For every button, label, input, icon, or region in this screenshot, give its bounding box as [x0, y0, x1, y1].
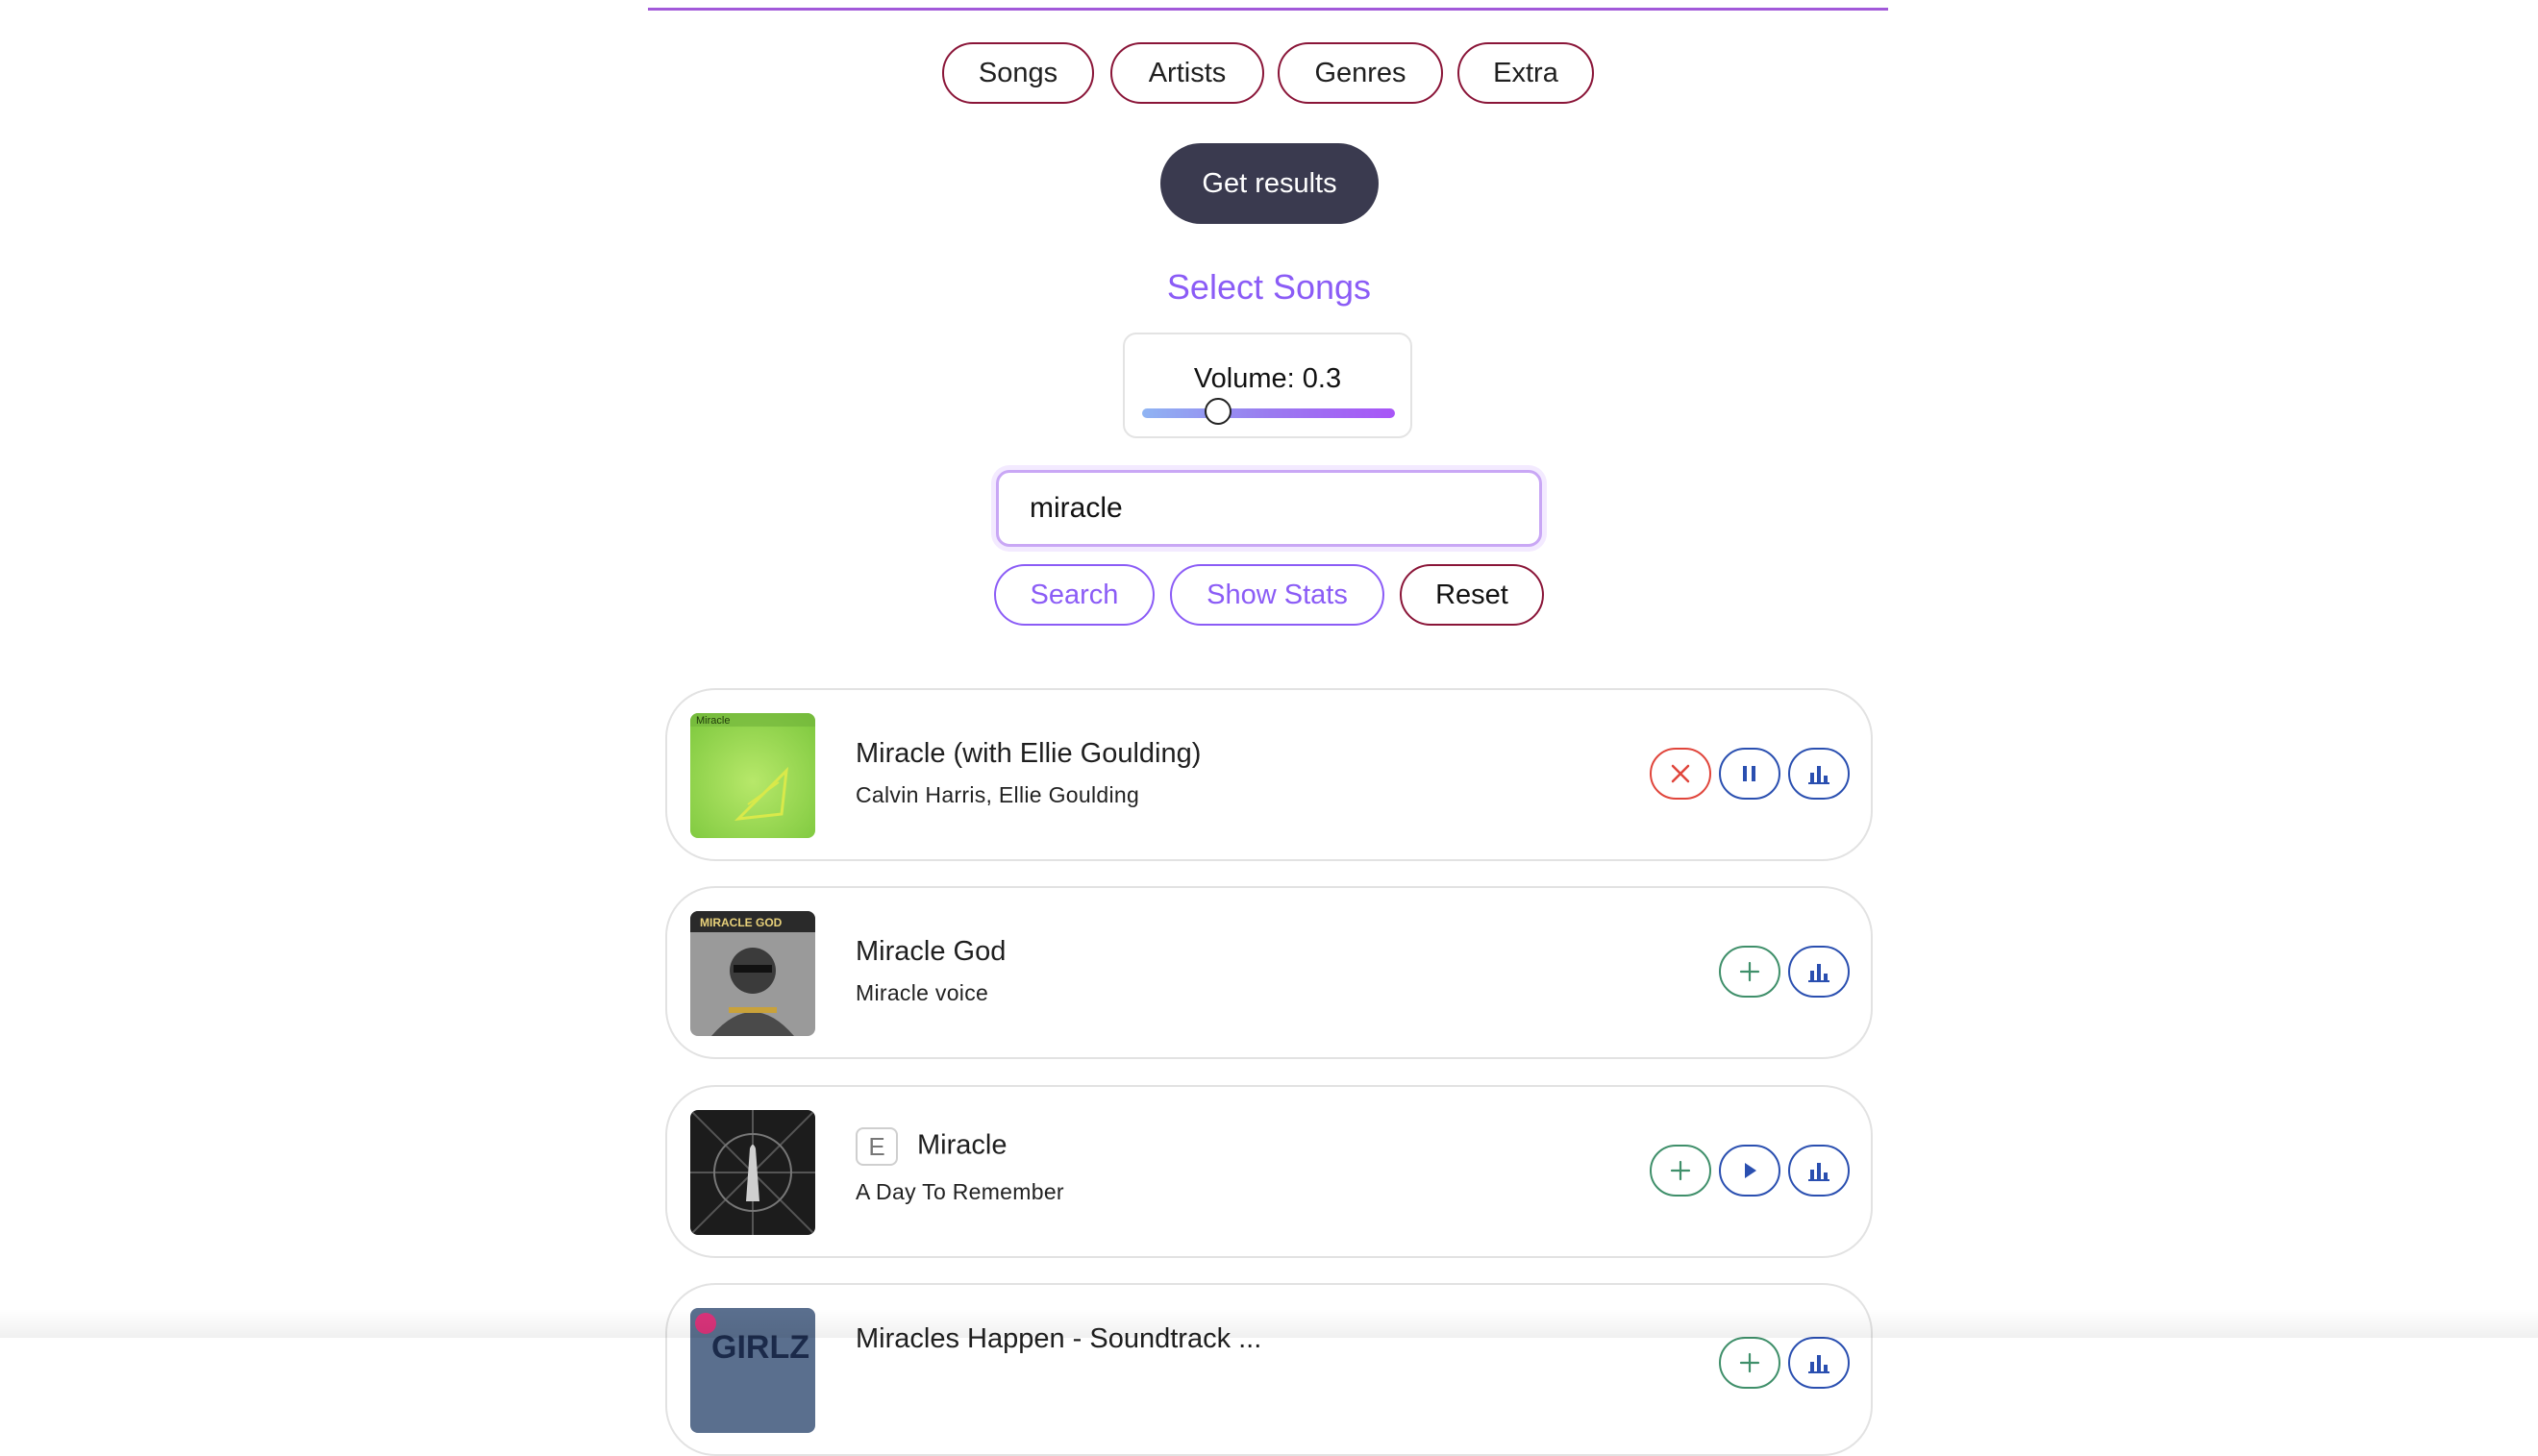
top-divider: [648, 8, 1888, 11]
cover-text: MIRACLE GOD: [700, 916, 783, 929]
album-cover: Miracle: [690, 713, 815, 838]
plus-icon: [1670, 1160, 1691, 1181]
volume-slider[interactable]: [1142, 398, 1395, 425]
volume-slider-thumb[interactable]: [1204, 398, 1232, 425]
stats-button[interactable]: [1788, 748, 1850, 800]
volume-control: Volume: 0.3: [1123, 333, 1412, 438]
add-button[interactable]: [1719, 1337, 1780, 1389]
stats-button[interactable]: [1788, 1337, 1850, 1389]
close-icon: [1671, 764, 1690, 783]
search-button[interactable]: Search: [994, 564, 1155, 626]
tab-genres[interactable]: Genres: [1278, 42, 1443, 104]
play-icon: [1745, 1163, 1756, 1178]
song-artist: Miracle voice: [856, 980, 989, 1005]
pause-icon: [1743, 766, 1755, 781]
search-input[interactable]: [996, 470, 1542, 547]
bar-chart-icon: [1808, 964, 1829, 982]
bar-chart-icon: [1808, 1163, 1829, 1181]
plus-icon: [1739, 1352, 1760, 1373]
volume-label: Volume: 0.3: [1193, 363, 1342, 394]
tab-songs[interactable]: Songs: [942, 42, 1094, 104]
add-button[interactable]: [1650, 1145, 1711, 1197]
song-title-row: E Miracle: [856, 1127, 1007, 1166]
play-button[interactable]: [1719, 1145, 1780, 1197]
pause-button[interactable]: [1719, 748, 1780, 800]
tab-artists[interactable]: Artists: [1110, 42, 1264, 104]
cover-text: Miracle: [696, 715, 730, 727]
album-cover: [690, 1110, 815, 1235]
song-card: E Miracle A Day To Remember: [665, 1085, 1873, 1258]
stats-button[interactable]: [1788, 1145, 1850, 1197]
get-results-button[interactable]: Get results: [1160, 143, 1379, 224]
stats-button[interactable]: [1788, 946, 1850, 998]
song-artist: Calvin Harris, Ellie Goulding: [856, 782, 1140, 807]
explicit-badge: E: [856, 1127, 898, 1166]
section-title: Select Songs: [1166, 267, 1372, 307]
song-title: Miracle: [917, 1129, 1008, 1161]
song-card: Miracle Miracle (with Ellie Goulding) Ca…: [665, 688, 1873, 861]
album-cover: MIRACLE GOD: [690, 911, 815, 1036]
song-card: MIRACLE GOD Miracle God Miracle voice: [665, 886, 1873, 1059]
plus-icon: [1739, 961, 1760, 982]
bar-chart-icon: [1808, 766, 1829, 784]
bottom-fade: [0, 1309, 2538, 1338]
song-title: Miracle (with Ellie Goulding): [856, 738, 1202, 769]
show-stats-button[interactable]: Show Stats: [1170, 564, 1384, 626]
remove-button[interactable]: [1650, 748, 1711, 800]
song-title: Miracle God: [856, 936, 1007, 967]
song-artist: A Day To Remember: [856, 1179, 1064, 1204]
reset-button[interactable]: Reset: [1400, 564, 1544, 626]
bar-chart-icon: [1808, 1355, 1829, 1373]
add-button[interactable]: [1719, 946, 1780, 998]
tab-extra[interactable]: Extra: [1457, 42, 1594, 104]
